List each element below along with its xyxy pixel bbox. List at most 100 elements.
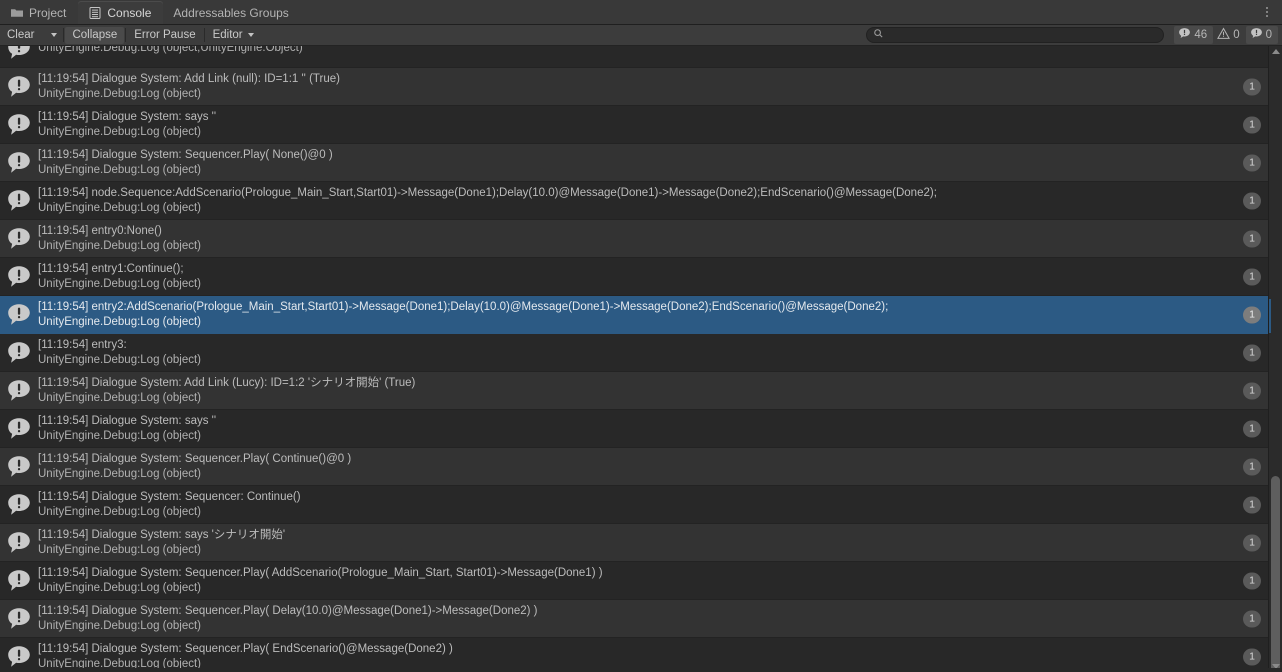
scroll-up-arrow-icon[interactable] bbox=[1269, 46, 1282, 57]
search-field[interactable] bbox=[866, 27, 1164, 43]
clear-dropdown-button[interactable] bbox=[41, 27, 62, 44]
log-entry-stacktrace: UnityEngine.Debug:Log (object,UnityEngin… bbox=[38, 46, 303, 54]
log-entry-row[interactable]: [11:19:54] Dialogue System: says '' Unity… bbox=[0, 410, 1269, 448]
log-entry-stacktrace: UnityEngine.Debug:Log (object) bbox=[38, 505, 202, 518]
log-bubble-icon bbox=[6, 378, 32, 404]
log-entry-stacktrace: UnityEngine.Debug:Log (object) bbox=[38, 87, 202, 100]
tab-project[interactable]: Project bbox=[0, 1, 78, 24]
log-entry-message: [11:19:54] entry3: bbox=[38, 338, 127, 351]
error-counter[interactable]: 0 bbox=[1245, 26, 1278, 44]
log-entry-stacktrace: UnityEngine.Debug:Log (object) bbox=[38, 467, 202, 480]
log-entry-text: [11:19:54] Dialogue System: Add Link (nu… bbox=[38, 72, 1269, 102]
kebab-menu-icon[interactable] bbox=[1260, 3, 1274, 21]
log-bubble-icon bbox=[6, 492, 32, 518]
collapse-count-badge: 1 bbox=[1243, 458, 1261, 475]
error-bubble-icon bbox=[1250, 27, 1263, 43]
error-pause-toggle[interactable]: Error Pause bbox=[127, 26, 203, 44]
log-entry-message: [11:19:54] Dialogue System: Sequencer: C… bbox=[38, 490, 301, 503]
log-bubble-icon bbox=[6, 74, 32, 100]
log-entry-message: [11:19:54] Dialogue System: Sequencer.Pl… bbox=[38, 148, 333, 161]
log-entry-stacktrace: UnityEngine.Debug:Log (object) bbox=[38, 581, 202, 594]
log-bubble-icon bbox=[6, 264, 32, 290]
collapse-count-badge: 1 bbox=[1243, 230, 1261, 247]
log-entry-text: [11:19:54] Dialogue System: Add Link (Lu… bbox=[38, 376, 1269, 406]
console-log-list[interactable]: UnityEngine.Debug:Log (object,UnityEngin… bbox=[0, 46, 1282, 672]
window-bottom-strip bbox=[0, 668, 1282, 672]
log-entry-row[interactable]: [11:19:54] Dialogue System: Add Link (nu… bbox=[0, 68, 1269, 106]
log-bubble-icon bbox=[6, 340, 32, 366]
collapse-count-badge: 1 bbox=[1243, 572, 1261, 589]
clear-button[interactable]: Clear bbox=[0, 26, 42, 44]
log-entry-row[interactable]: [11:19:54] Dialogue System: Sequencer.Pl… bbox=[0, 448, 1269, 486]
log-entry-text: [11:19:54] entry1:Continue(); UnityEngine… bbox=[38, 262, 1269, 292]
log-bubble-icon bbox=[6, 416, 32, 442]
log-entry-stacktrace: UnityEngine.Debug:Log (object) bbox=[38, 619, 202, 632]
log-entry-stacktrace: UnityEngine.Debug:Log (object) bbox=[38, 201, 202, 214]
log-entry-stacktrace: UnityEngine.Debug:Log (object) bbox=[38, 239, 202, 252]
log-counter[interactable]: 46 bbox=[1174, 26, 1214, 44]
chevron-down-icon bbox=[247, 33, 254, 37]
warning-count: 0 bbox=[1233, 29, 1240, 41]
log-entry-text: [11:19:54] Dialogue System: Sequencer: C… bbox=[38, 490, 1269, 520]
log-entry-row[interactable]: [11:19:54] entry1:Continue(); UnityEngine… bbox=[0, 258, 1269, 296]
tab-addressables-groups[interactable]: Addressables Groups bbox=[163, 1, 300, 24]
scrollbar-thumb[interactable] bbox=[1271, 476, 1280, 672]
log-entry-row[interactable]: [11:19:54] entry0:None() UnityEngine.Debu… bbox=[0, 220, 1269, 258]
toolbar-divider bbox=[125, 28, 127, 42]
warning-counter[interactable]: 0 bbox=[1213, 26, 1245, 44]
log-entry-row[interactable]: [11:19:54] Dialogue System: says '' Unity… bbox=[0, 106, 1269, 144]
collapse-count-badge: 1 bbox=[1243, 648, 1261, 665]
search-input[interactable] bbox=[884, 28, 1157, 42]
message-counters: 46 0 0 bbox=[1174, 26, 1278, 44]
log-entry-row[interactable]: [11:19:54] Dialogue System: Sequencer: C… bbox=[0, 486, 1269, 524]
collapse-toggle-label: Collapse bbox=[72, 29, 118, 41]
toolbar-divider bbox=[63, 28, 65, 42]
log-entry-row[interactable]: [11:19:54] node.Sequence:AddScenario(Pro… bbox=[0, 182, 1269, 220]
collapse-toggle[interactable]: Collapse bbox=[65, 26, 125, 44]
log-entry-stacktrace: UnityEngine.Debug:Log (object) bbox=[38, 277, 202, 290]
log-entry-message: [11:19:54] Dialogue System: says 'シナリオ開始… bbox=[38, 528, 286, 541]
log-entry-row[interactable]: UnityEngine.Debug:Log (object,UnityEngin… bbox=[0, 46, 1269, 68]
log-entry-row[interactable]: [11:19:54] entry3: UnityEngine.Debug:Log … bbox=[0, 334, 1269, 372]
toolbar-divider bbox=[203, 28, 205, 42]
log-count: 46 bbox=[1194, 29, 1208, 41]
collapse-count-badge: 1 bbox=[1243, 268, 1261, 285]
log-entry-text: [11:19:54] entry0:None() UnityEngine.Debu… bbox=[38, 224, 1269, 254]
collapse-count-badge: 1 bbox=[1243, 116, 1261, 133]
tab-project-label: Project bbox=[29, 5, 67, 20]
console-vertical-scrollbar[interactable] bbox=[1268, 46, 1282, 672]
log-entry-message: [11:19:54] entry0:None() bbox=[38, 224, 162, 237]
folder-icon bbox=[10, 6, 24, 20]
log-entry-text: [11:19:54] Dialogue System: Sequencer.Pl… bbox=[38, 604, 1269, 634]
log-entry-text: [11:19:54] Dialogue System: says '' Unity… bbox=[38, 110, 1269, 140]
log-entry-text: [11:19:54] Dialogue System: says '' Unity… bbox=[38, 414, 1269, 444]
collapse-count-badge: 1 bbox=[1243, 344, 1261, 361]
editor-dropdown[interactable]: Editor bbox=[205, 26, 261, 44]
log-bubble-icon bbox=[6, 302, 32, 328]
log-entry-stacktrace: UnityEngine.Debug:Log (object) bbox=[38, 429, 202, 442]
log-entry-row[interactable]: [11:19:54] Dialogue System: Sequencer.Pl… bbox=[0, 638, 1269, 672]
log-entry-message: [11:19:54] Dialogue System: Add Link (nu… bbox=[38, 72, 340, 85]
log-entry-message: [11:19:54] entry1:Continue(); bbox=[38, 262, 184, 275]
log-entry-text: [11:19:54] Dialogue System: Sequencer.Pl… bbox=[38, 642, 1269, 672]
log-entry-message: [11:19:54] entry2:AddScenario(Prologue_M… bbox=[38, 300, 889, 313]
log-bubble-icon bbox=[6, 188, 32, 214]
tab-console[interactable]: Console bbox=[78, 1, 164, 24]
log-entry-row[interactable]: [11:19:54] Dialogue System: Sequencer.Pl… bbox=[0, 600, 1269, 638]
log-bubble-icon bbox=[6, 150, 32, 176]
log-entry-row[interactable]: [11:19:54] entry2:AddScenario(Prologue_M… bbox=[0, 296, 1269, 334]
console-rows-container: UnityEngine.Debug:Log (object,UnityEngin… bbox=[0, 46, 1269, 672]
log-entry-row[interactable]: [11:19:54] Dialogue System: says 'シナリオ開始… bbox=[0, 524, 1269, 562]
log-bubble-icon bbox=[6, 46, 32, 62]
log-entry-text: [11:19:54] entry3: UnityEngine.Debug:Log … bbox=[38, 338, 1269, 368]
chevron-down-icon bbox=[51, 33, 58, 37]
log-entry-row[interactable]: [11:19:54] Dialogue System: Sequencer.Pl… bbox=[0, 562, 1269, 600]
console-icon bbox=[88, 6, 102, 20]
collapse-count-badge: 1 bbox=[1243, 610, 1261, 627]
log-entry-row[interactable]: [11:19:54] Dialogue System: Add Link (Lu… bbox=[0, 372, 1269, 410]
log-entry-row[interactable]: [11:19:54] Dialogue System: Sequencer.Pl… bbox=[0, 144, 1269, 182]
log-entry-message: [11:19:54] Dialogue System: Sequencer.Pl… bbox=[38, 452, 352, 465]
log-entry-stacktrace: UnityEngine.Debug:Log (object) bbox=[38, 543, 202, 556]
log-entry-message: [11:19:54] Dialogue System: says '' bbox=[38, 110, 217, 123]
log-entry-text: [11:19:54] Dialogue System: says 'シナリオ開始… bbox=[38, 528, 1269, 558]
